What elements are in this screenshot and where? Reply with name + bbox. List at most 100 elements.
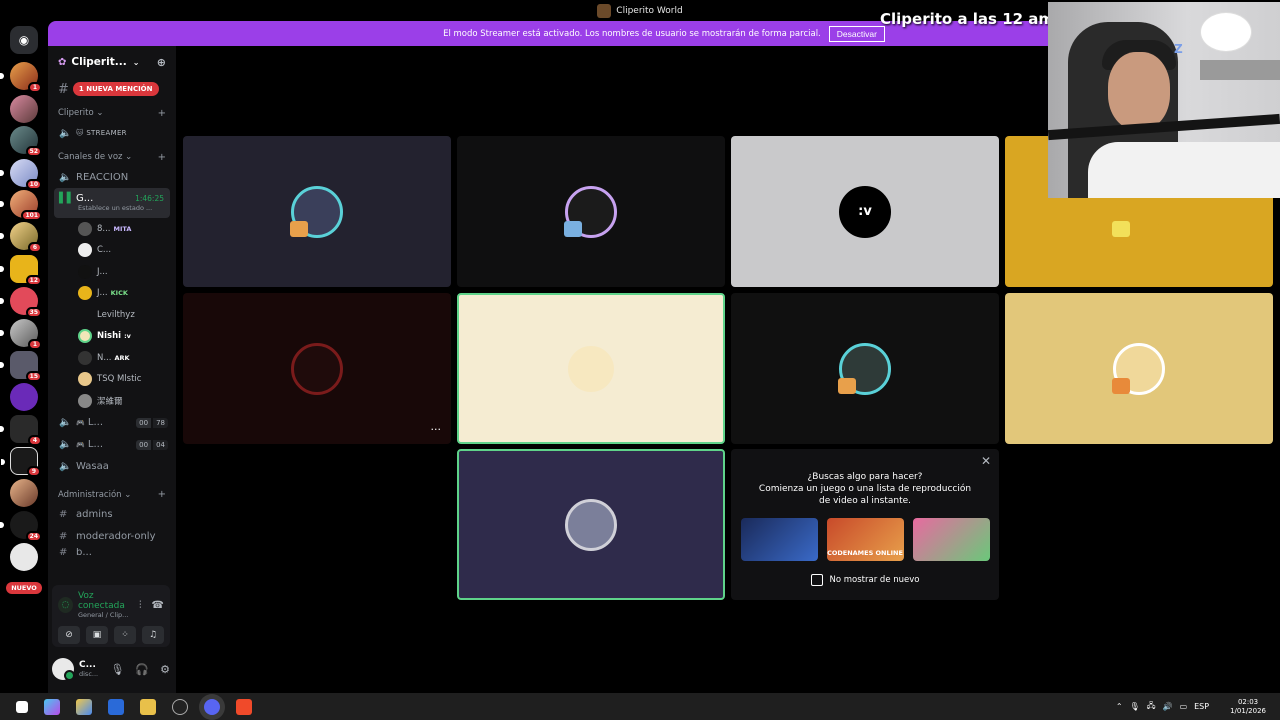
server-icon-8[interactable]: 35 bbox=[0, 287, 42, 318]
server-icon-12[interactable]: 4 bbox=[0, 415, 42, 446]
signal-icon[interactable]: ◌ bbox=[58, 597, 73, 613]
channel-admins[interactable]: # admins bbox=[48, 504, 176, 526]
channel-status[interactable]: Establece un estado ... bbox=[59, 204, 170, 212]
camera-off-button[interactable]: ⊘ bbox=[58, 626, 80, 644]
add-channel-icon[interactable]: + bbox=[158, 489, 166, 500]
server-icon-5[interactable]: 101 bbox=[0, 190, 42, 221]
avatar-text: :v bbox=[858, 204, 872, 219]
voice-tile[interactable] bbox=[731, 293, 999, 444]
server-icon-1[interactable]: 1 bbox=[0, 62, 42, 93]
discord-home-icon[interactable]: ◉ bbox=[10, 26, 38, 54]
deactivate-button[interactable]: Desactivar bbox=[828, 25, 885, 42]
channel-wasaa[interactable]: 🔈 Wasaa bbox=[48, 456, 176, 478]
server-icon-16[interactable] bbox=[10, 543, 38, 571]
server-icon-11[interactable] bbox=[10, 383, 38, 411]
channel-voice-l2[interactable]: 🔈 🎮 L... 00 04 bbox=[48, 434, 176, 456]
voice-user[interactable]: J... KICK bbox=[48, 283, 176, 305]
dont-show-again[interactable]: No mostrar de nuevo bbox=[731, 574, 999, 586]
checkbox[interactable] bbox=[810, 574, 823, 586]
server-icon-3[interactable]: 52 bbox=[10, 126, 42, 157]
windows-start-icon[interactable] bbox=[16, 700, 28, 713]
channel-active-voice[interactable]: ▌▌ G... 1:46:25 Establece un estado ... bbox=[54, 188, 170, 218]
voice-user[interactable]: Nishi:v bbox=[48, 326, 176, 348]
mention-row[interactable]: # 1 NUEVA MENCIÓN bbox=[48, 78, 176, 100]
voice-user[interactable]: TSQ Mlstic bbox=[48, 369, 176, 391]
voice-user[interactable]: 潔維爾 bbox=[48, 390, 176, 412]
server-icon-2[interactable] bbox=[10, 95, 38, 123]
channel-cut[interactable]: # b... bbox=[48, 548, 176, 558]
discord-taskbar-icon[interactable] bbox=[204, 698, 220, 715]
category-voice[interactable]: Canales de voz ⌄ + bbox=[48, 148, 176, 166]
server-icon-9[interactable]: 1 bbox=[0, 319, 42, 350]
app-icon-2[interactable] bbox=[76, 698, 92, 715]
close-icon[interactable]: ✕ bbox=[981, 454, 991, 468]
mention-pill[interactable]: 1 NUEVA MENCIÓN bbox=[72, 82, 159, 96]
server-icon-6[interactable]: 6 bbox=[0, 222, 42, 253]
store-icon[interactable] bbox=[108, 698, 124, 715]
voice-tile[interactable] bbox=[183, 136, 451, 287]
network-icon[interactable]: 🖧 bbox=[1147, 700, 1156, 714]
decoration-icon bbox=[290, 220, 308, 237]
brave-icon[interactable] bbox=[236, 698, 252, 715]
speaker-icon: 🔈 bbox=[59, 417, 72, 428]
category-admin[interactable]: Administración ⌄ + bbox=[48, 486, 176, 504]
voice-tile[interactable]: :v bbox=[731, 136, 999, 287]
channel-streamer[interactable]: 🔈 🐱 STREAMER bbox=[48, 122, 176, 144]
soundboard-button[interactable]: ♫ bbox=[142, 626, 164, 644]
activities-button[interactable]: ⁘ bbox=[114, 626, 136, 644]
voice-user[interactable]: 8... MITA bbox=[48, 218, 176, 240]
system-clock[interactable]: 02:03 1/01/2026 bbox=[1230, 698, 1266, 716]
more-options-icon[interactable]: ··· bbox=[431, 423, 442, 436]
server-icon-15[interactable]: 24 bbox=[0, 511, 42, 542]
voice-user[interactable]: Levilthyz bbox=[48, 304, 176, 326]
channel-voice-l1[interactable]: 🔈 🎮 L... 00 78 bbox=[48, 412, 176, 434]
voice-tile-speaking[interactable] bbox=[457, 293, 725, 444]
voice-user[interactable]: C... bbox=[48, 240, 176, 262]
user-avatar[interactable] bbox=[52, 658, 75, 681]
participant-avatar bbox=[1112, 342, 1165, 395]
add-channel-icon[interactable]: + bbox=[158, 108, 166, 119]
volume-icon[interactable]: 🔊 bbox=[1163, 702, 1173, 711]
avatar bbox=[78, 243, 92, 258]
voice-user[interactable]: N... ARK bbox=[48, 347, 176, 369]
voice-tile[interactable]: ··· bbox=[183, 293, 451, 444]
screen-share-button[interactable]: ▣ bbox=[86, 626, 108, 644]
user-info[interactable]: C... disc... bbox=[79, 660, 98, 678]
game-card-1[interactable] bbox=[740, 518, 818, 561]
microphone-tray-icon[interactable]: 🎙 bbox=[1130, 702, 1140, 711]
disconnect-icon[interactable]: ☎ bbox=[152, 600, 164, 611]
voice-user[interactable]: J... bbox=[48, 261, 176, 283]
battery-icon[interactable]: ▭ bbox=[1180, 702, 1188, 711]
server-icon-4[interactable]: 10 bbox=[0, 159, 42, 190]
add-channel-icon[interactable]: + bbox=[158, 152, 166, 163]
voice-channel-path[interactable]: General / Clip... bbox=[78, 611, 139, 619]
copilot-icon[interactable] bbox=[44, 698, 60, 715]
voice-connected-label[interactable]: Voz conectada bbox=[78, 591, 139, 611]
voice-tile[interactable] bbox=[1005, 293, 1273, 444]
server-header[interactable]: ✿ Cliperit... ⌄ ⊕ bbox=[48, 46, 176, 78]
channel-reaccion[interactable]: 🔈 REACCION bbox=[48, 166, 176, 188]
gear-icon[interactable]: ⚙ bbox=[160, 663, 170, 676]
server-icon-14[interactable] bbox=[10, 479, 38, 507]
gamepad-icon: 🎮 bbox=[76, 440, 85, 449]
server-icon-13[interactable]: 9 bbox=[1, 447, 41, 477]
server-icon-7[interactable]: 12 bbox=[0, 255, 42, 286]
participant-avatar bbox=[564, 185, 617, 238]
server-icon-10[interactable]: 15 bbox=[0, 351, 42, 382]
invite-icon[interactable]: ⊕ bbox=[157, 56, 166, 69]
noise-suppression-icon[interactable]: ⫶ bbox=[139, 600, 142, 611]
headphones-icon[interactable]: 🎧 bbox=[135, 663, 149, 676]
user-count: 00 78 bbox=[136, 417, 168, 428]
chevron-up-icon[interactable]: ⌃ bbox=[1116, 702, 1123, 711]
obs-icon[interactable] bbox=[172, 698, 188, 715]
language-indicator[interactable]: ESP bbox=[1194, 702, 1209, 711]
voice-tile-speaking[interactable] bbox=[457, 449, 725, 600]
file-explorer-icon[interactable] bbox=[140, 698, 156, 715]
microphone-icon[interactable]: 🎙 bbox=[110, 663, 124, 676]
category-cliperito[interactable]: Cliperito ⌄ + bbox=[48, 104, 176, 122]
game-card-3[interactable] bbox=[912, 518, 990, 561]
channel-moderador[interactable]: # moderador-only bbox=[48, 526, 176, 548]
avatar bbox=[78, 393, 92, 408]
game-card-codenames[interactable]: CODENAMES ONLINE bbox=[826, 518, 904, 561]
voice-tile[interactable] bbox=[457, 136, 725, 287]
